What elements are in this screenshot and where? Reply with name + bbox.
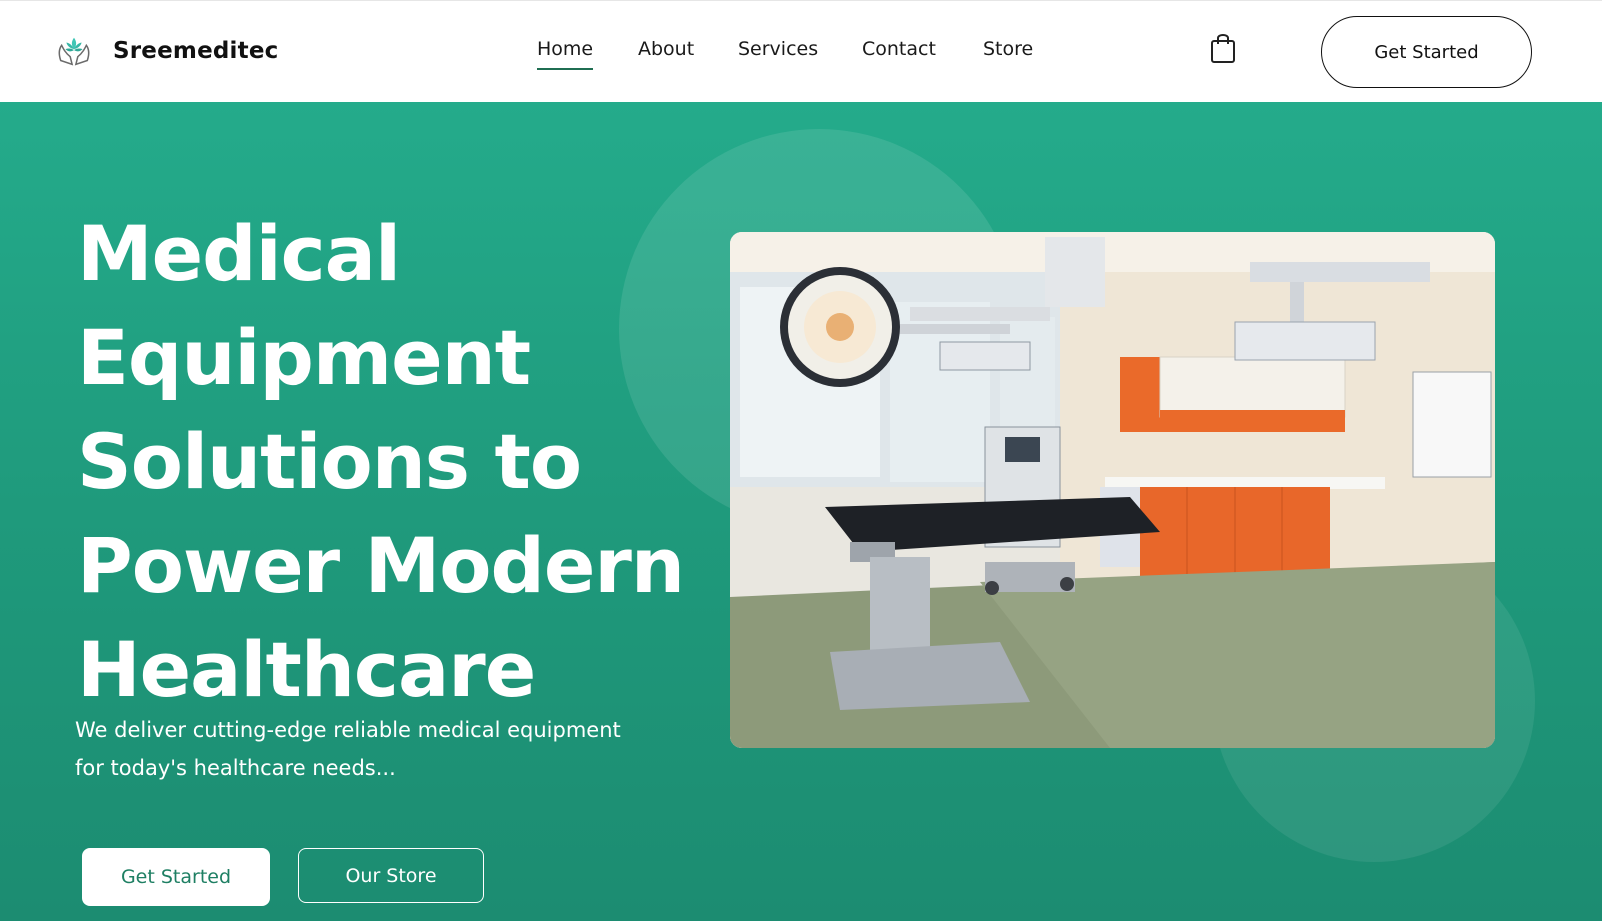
headline-line: Solutions to (77, 417, 582, 506)
brand-name: Sreemeditec (113, 38, 279, 64)
headline-line: Power Modern (77, 521, 685, 610)
headline-line: Medical (77, 209, 401, 298)
shopping-bag-icon[interactable] (1209, 31, 1237, 65)
subtext-line: for today's healthcare needs... (75, 756, 396, 780)
hero-get-started-button[interactable]: Get Started (82, 848, 270, 906)
nav-contact[interactable]: Contact (862, 38, 936, 60)
site-header: Sreemeditec Home About Services Contact … (0, 0, 1602, 102)
hero-headline: Medical Equipment Solutions to Power Mod… (77, 202, 717, 722)
nav-about[interactable]: About (638, 38, 694, 60)
headline-line: Healthcare (77, 625, 536, 714)
headline-line: Equipment (77, 313, 531, 402)
hands-lotus-icon (58, 37, 90, 66)
subtext-line: We deliver cutting-edge reliable medical… (75, 718, 621, 742)
nav-store[interactable]: Store (983, 38, 1033, 60)
header-get-started-button[interactable]: Get Started (1321, 16, 1532, 88)
nav-services[interactable]: Services (738, 38, 818, 60)
logo[interactable]: Sreemeditec (55, 32, 278, 70)
hero-section: Medical Equipment Solutions to Power Mod… (0, 102, 1602, 921)
nav-home[interactable]: Home (537, 38, 594, 70)
our-store-button[interactable]: Our Store (298, 848, 484, 903)
hero-subtext: We deliver cutting-edge reliable medical… (75, 711, 725, 787)
operating-room-image (730, 232, 1495, 748)
